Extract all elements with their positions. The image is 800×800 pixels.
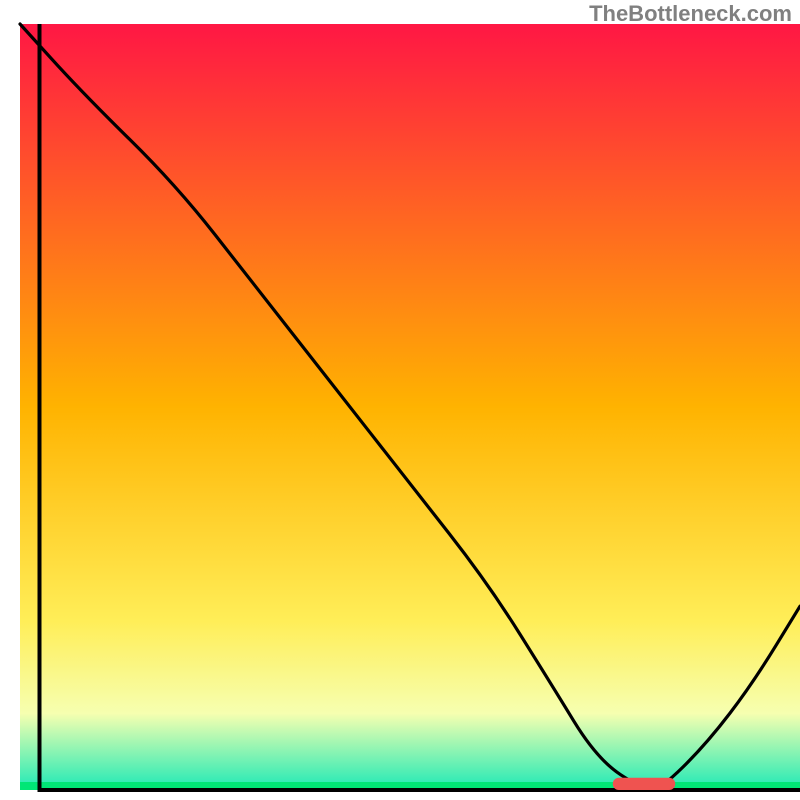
bottleneck-chart (0, 0, 800, 800)
optimal-zone-marker (613, 778, 675, 790)
plot-background (20, 24, 800, 790)
chart-container: TheBottleneck.com (0, 0, 800, 800)
